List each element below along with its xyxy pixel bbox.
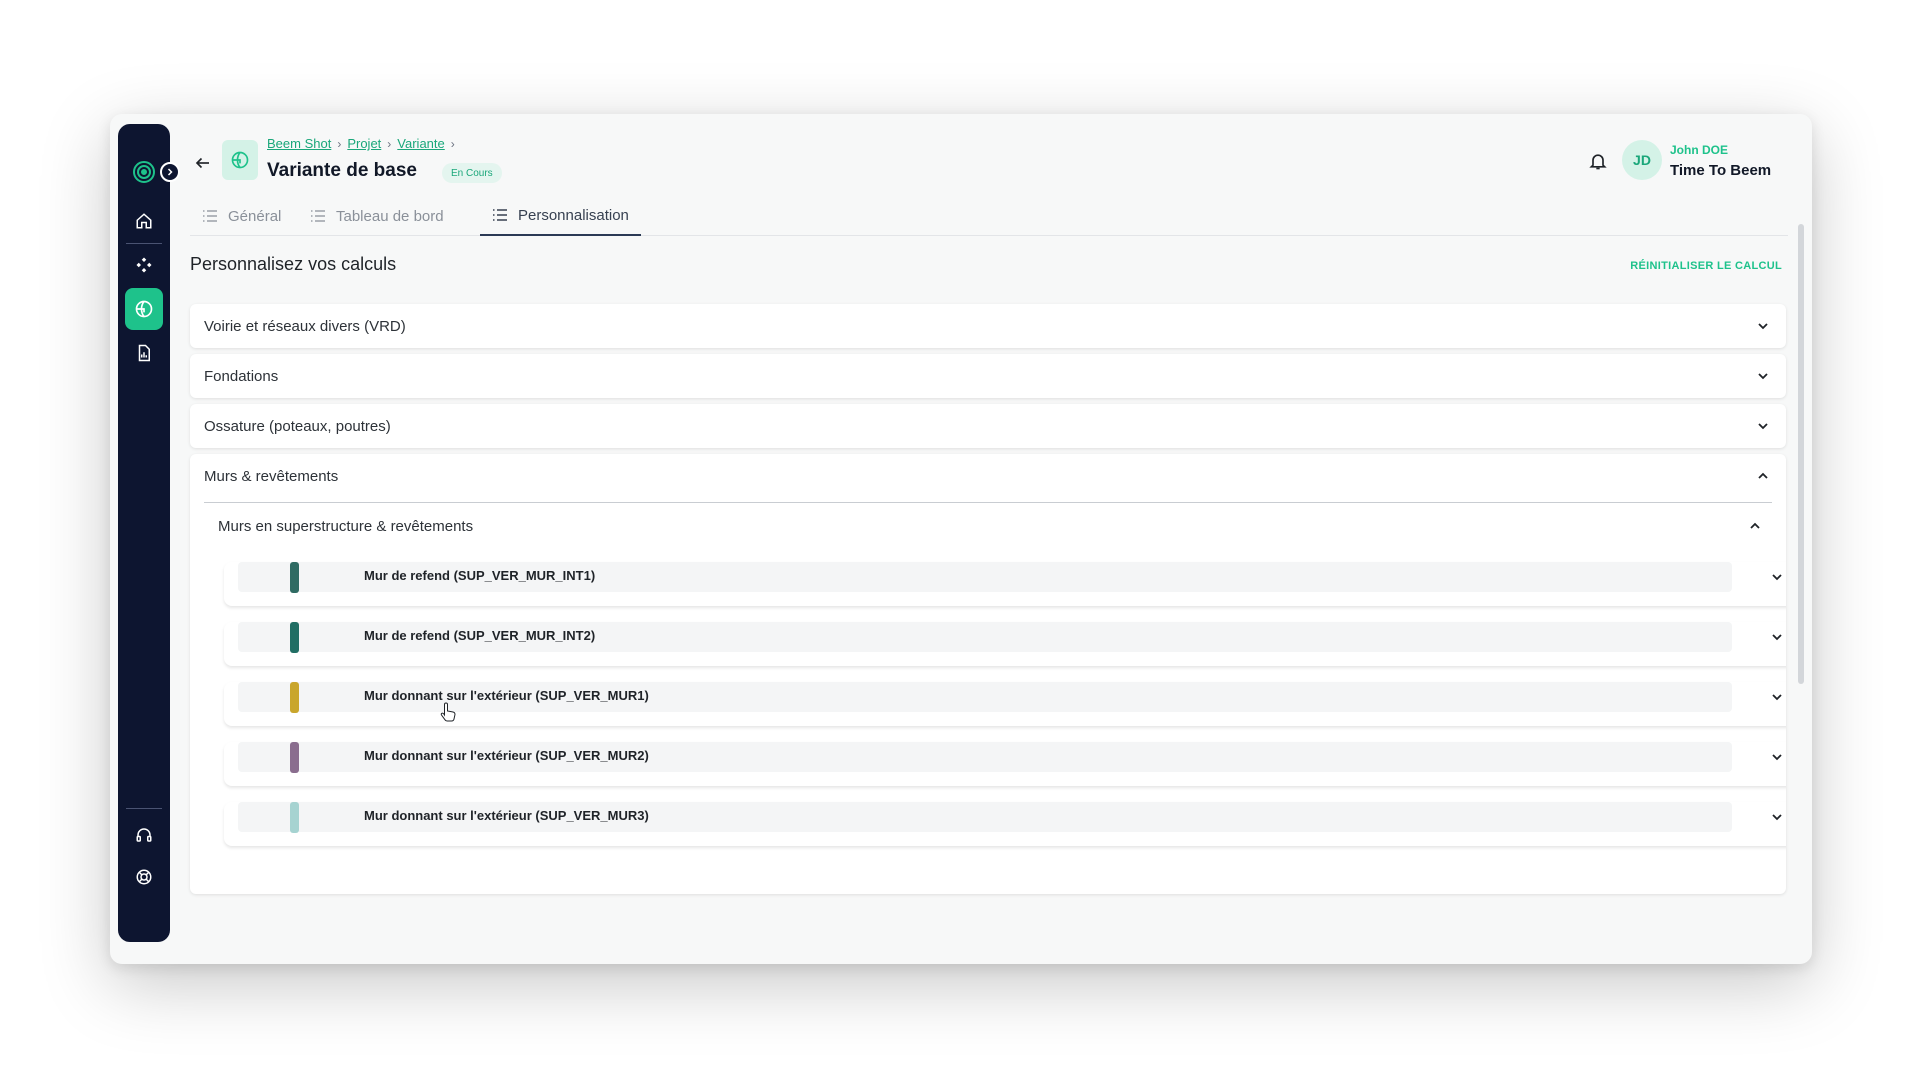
color-swatch [290, 802, 299, 833]
back-button[interactable] [190, 150, 216, 176]
accordion-ossature[interactable]: Ossature (poteaux, poutres) [190, 404, 1786, 448]
chevron-down-icon[interactable] [1770, 630, 1784, 644]
help-icon [136, 869, 152, 885]
scrollbar[interactable] [1798, 224, 1804, 684]
chevron-down-icon[interactable] [1770, 810, 1784, 824]
color-swatch [290, 682, 299, 713]
list-item[interactable]: Mur donnant sur l'extérieur (SUP_VER_MUR… [224, 802, 1786, 846]
sidebar-item-variant[interactable] [125, 288, 163, 330]
status-badge: En Cours [442, 163, 502, 183]
user-name: John DOE [1670, 143, 1729, 157]
list-item-label: Mur donnant sur l'extérieur (SUP_VER_MUR… [364, 688, 649, 703]
chevron-down-icon[interactable] [1770, 570, 1784, 584]
chevron-down-icon[interactable] [1770, 750, 1784, 764]
sidebar-divider [126, 243, 162, 244]
tab-label: Général [228, 207, 282, 225]
variant-icon [135, 300, 153, 318]
section-title: Personnalisez vos calculs [190, 254, 397, 274]
subsection-header[interactable]: Murs en superstructure & revêtements [204, 504, 1772, 548]
breadcrumb-projet[interactable]: Projet [347, 136, 381, 151]
sidebar-item-home[interactable] [125, 202, 163, 240]
tab-personnalisation[interactable]: Personnalisation [480, 196, 641, 236]
chevron-down-icon [1758, 423, 1768, 430]
headset-icon [136, 828, 152, 842]
sidebar-item-help[interactable] [125, 858, 163, 896]
breadcrumb: Beem Shot › Projet › Variante › [267, 136, 455, 151]
sidebar [118, 124, 180, 942]
tab-bar: Général Tableau de bord Personnalisation [190, 196, 1788, 236]
report-icon [138, 344, 150, 362]
list-item[interactable]: Mur donnant sur l'extérieur (SUP_VER_MUR… [224, 742, 1786, 786]
breadcrumb-variante[interactable]: Variante [397, 136, 444, 151]
subsection-label: Murs en superstructure & revêtements [218, 517, 474, 535]
list-icon [311, 210, 325, 222]
accordion-label: Ossature (poteaux, poutres) [204, 417, 391, 435]
breadcrumb-separator: › [450, 136, 455, 151]
breadcrumb-separator: › [387, 136, 392, 151]
list-item-label: Mur de refend (SUP_VER_MUR_INT1) [364, 568, 596, 583]
chevron-up-icon [1758, 472, 1768, 479]
accordion-label: Murs & revêtements [204, 467, 339, 485]
panel-divider [204, 502, 1772, 503]
list-item-label: Mur de refend (SUP_VER_MUR_INT2) [364, 628, 596, 643]
user-organization: Time To Beem [1670, 162, 1772, 179]
tab-general[interactable]: Général [190, 196, 293, 236]
chevron-down-icon [1758, 323, 1768, 330]
list-item[interactable]: Mur de refend (SUP_VER_MUR_INT2) [224, 622, 1786, 666]
accordion-vrd[interactable]: Voirie et réseaux divers (VRD) [190, 304, 1786, 348]
tab-label: Personnalisation [518, 206, 629, 224]
home-icon [136, 213, 152, 229]
list-icon [203, 210, 217, 222]
app-window: Beem Shot › Projet › Variante › Variante… [110, 114, 1812, 964]
chevron-down-icon [1758, 373, 1768, 380]
list-item-label: Mur donnant sur l'extérieur (SUP_VER_MUR… [364, 808, 649, 823]
color-swatch [290, 622, 299, 653]
breadcrumb-beem-shot[interactable]: Beem Shot [267, 136, 331, 151]
accordion-label: Fondations [204, 367, 279, 385]
variant-type-icon [222, 140, 258, 180]
sidebar-item-components[interactable] [125, 246, 163, 284]
tab-dashboard[interactable]: Tableau de bord [298, 196, 456, 236]
sidebar-expand-button[interactable] [160, 162, 180, 182]
page-title: Variante de base [267, 160, 417, 181]
bell-icon[interactable] [1588, 150, 1608, 172]
logo-icon[interactable] [132, 160, 156, 184]
chevron-down-icon[interactable] [1770, 690, 1784, 704]
color-swatch [290, 562, 299, 593]
back-arrow-icon [195, 157, 209, 169]
sidebar-divider [126, 808, 162, 809]
list-item[interactable]: Mur donnant sur l'extérieur (SUP_VER_MUR… [224, 682, 1786, 726]
accordion-murs: Murs & revêtements Murs en superstructur… [190, 454, 1786, 894]
accordion-murs-header[interactable]: Murs & revêtements [190, 454, 1786, 498]
list-item-label: Mur donnant sur l'extérieur (SUP_VER_MUR… [364, 748, 649, 763]
color-swatch [290, 742, 299, 773]
accordion-fondations[interactable]: Fondations [190, 354, 1786, 398]
accordion-label: Voirie et réseaux divers (VRD) [204, 317, 406, 335]
avatar[interactable]: JD [1622, 140, 1662, 180]
pointer-cursor-icon [440, 702, 456, 722]
tab-label: Tableau de bord [336, 207, 444, 225]
list-icon [493, 209, 507, 221]
sidebar-item-report[interactable] [125, 334, 163, 372]
components-icon [136, 257, 152, 273]
list-item[interactable]: Mur de refend (SUP_VER_MUR_INT1) [224, 562, 1786, 606]
breadcrumb-separator: › [337, 136, 342, 151]
sidebar-item-support[interactable] [125, 816, 163, 854]
chevron-up-icon [1750, 522, 1760, 529]
reset-calculation-button[interactable]: RÉINITIALISER LE CALCUL [1630, 260, 1782, 272]
